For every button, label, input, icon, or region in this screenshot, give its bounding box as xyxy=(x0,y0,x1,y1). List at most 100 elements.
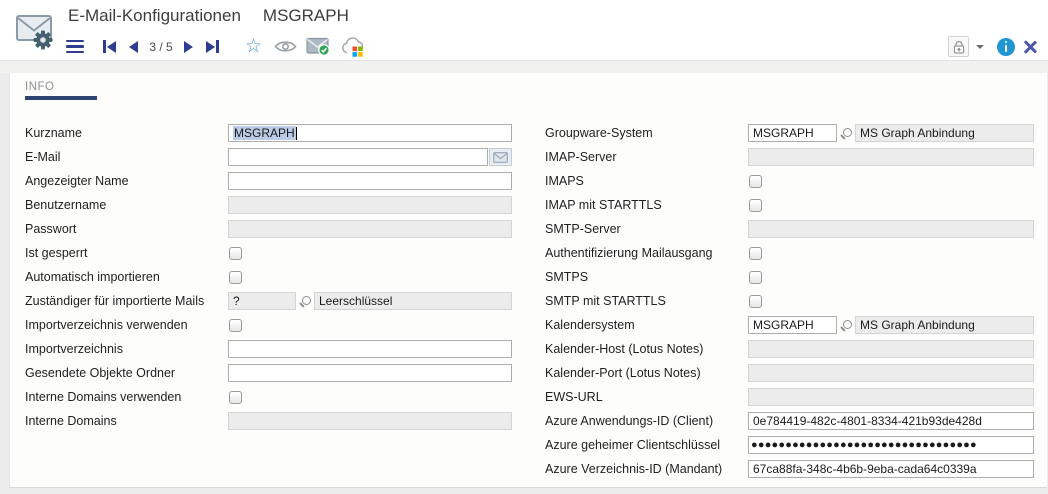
favorite-star-icon[interactable]: ☆ xyxy=(243,35,264,58)
field-label: Interne Domains xyxy=(25,414,228,428)
form-row: Passwort xyxy=(25,217,512,241)
kurzname-input[interactable]: MSGRAPH xyxy=(228,124,512,142)
ist-gesperrt-checkbox[interactable] xyxy=(229,247,242,260)
magnifier-icon xyxy=(840,319,852,331)
email-check-icon[interactable] xyxy=(306,35,331,58)
groupware-name-input: MS Graph Anbindung xyxy=(855,124,1034,142)
kalender-lookup-button[interactable] xyxy=(837,319,855,331)
smtps-checkbox[interactable] xyxy=(749,271,762,284)
groupware-system-key-input[interactable]: MSGRAPH xyxy=(748,124,837,142)
imap-starttls-checkbox[interactable] xyxy=(749,199,762,212)
form-column-left: Kurzname MSGRAPH E-Mail Angezeigter Name… xyxy=(25,121,512,433)
azure-client-secret-input[interactable] xyxy=(748,436,1034,454)
azure-client-id-input[interactable] xyxy=(748,412,1034,430)
field-label: Azure Anwendungs-ID (Client) xyxy=(545,414,748,428)
field-label: Groupware-System xyxy=(545,126,748,140)
field-label: Passwort xyxy=(25,222,228,236)
form-row: Groupware-System MSGRAPH MS Graph Anbind… xyxy=(545,121,1034,145)
email-configuration-app-icon xyxy=(11,7,57,53)
field-label: Kurzname xyxy=(25,126,228,140)
field-label: E-Mail xyxy=(25,150,228,164)
page-title-text: E-Mail-Konfigurationen xyxy=(68,6,241,25)
toolbar-right xyxy=(948,35,1039,58)
field-label: Kalender-Port (Lotus Notes) xyxy=(545,366,748,380)
field-label: Benutzername xyxy=(25,198,228,212)
benutzername-input xyxy=(228,196,512,214)
gesendete-objekte-ordner-input[interactable] xyxy=(228,364,512,382)
field-label: Kalender-Host (Lotus Notes) xyxy=(545,342,748,356)
field-label: Importverzeichnis xyxy=(25,342,228,356)
azure-tenant-id-input[interactable] xyxy=(748,460,1034,478)
groupware-lookup-button[interactable] xyxy=(837,127,855,139)
field-label: Interne Domains verwenden xyxy=(25,390,228,404)
authentifizierung-mailausgang-checkbox[interactable] xyxy=(749,247,762,260)
tab-info[interactable]: INFO xyxy=(25,81,54,93)
importverzeichnis-input[interactable] xyxy=(228,340,512,358)
imaps-checkbox[interactable] xyxy=(749,175,762,188)
form-row: Benutzername xyxy=(25,193,512,217)
field-label: Zuständiger für importierte Mails xyxy=(25,294,228,308)
form-row: Authentifizierung Mailausgang xyxy=(545,241,1034,265)
smtp-starttls-checkbox[interactable] xyxy=(749,295,762,308)
form-row: Interne Domains xyxy=(25,409,512,433)
field-label: IMAPS xyxy=(545,174,748,188)
form-row: Azure Verzeichnis-ID (Mandant) xyxy=(545,457,1034,481)
form-row: Gesendete Objekte Ordner xyxy=(25,361,512,385)
form-row: IMAP mit STARTTLS xyxy=(545,193,1034,217)
interne-domains-input xyxy=(228,412,512,430)
first-record-icon[interactable] xyxy=(102,35,117,58)
email-input[interactable] xyxy=(228,148,488,166)
field-label: IMAP mit STARTTLS xyxy=(545,198,748,212)
form-row: SMTPS xyxy=(545,265,1034,289)
dropdown-caret-icon[interactable] xyxy=(976,45,984,49)
form-row: IMAPS xyxy=(545,169,1034,193)
form-row: E-Mail xyxy=(25,145,512,169)
field-label: SMTP mit STARTTLS xyxy=(545,294,748,308)
page-title: E-Mail-Konfigurationen MSGRAPH xyxy=(68,6,349,26)
field-label: Azure Verzeichnis-ID (Mandant) xyxy=(545,462,748,476)
field-label: Authentifizierung Mailausgang xyxy=(545,246,748,260)
interne-domains-verwenden-checkbox[interactable] xyxy=(229,391,242,404)
last-record-icon[interactable] xyxy=(205,35,220,58)
header-separator-band xyxy=(0,61,1048,73)
tab-info-underline xyxy=(25,96,97,100)
angezeigter-name-input[interactable] xyxy=(228,172,512,190)
ews-url-input xyxy=(748,388,1034,406)
form-row: Zuständiger für importierte Mails ? Leer… xyxy=(25,289,512,313)
lock-icon[interactable] xyxy=(948,36,969,57)
field-label: SMTPS xyxy=(545,270,748,284)
form-row: Ist gesperrt xyxy=(25,241,512,265)
info-icon[interactable] xyxy=(997,38,1015,56)
form-row: Kalender-Port (Lotus Notes) xyxy=(545,361,1034,385)
field-label: IMAP-Server xyxy=(545,150,748,164)
toolbar: 3 / 5 ☆ xyxy=(66,35,366,58)
zustaendiger-lookup-button[interactable] xyxy=(296,295,314,307)
cloud-microsoft-icon[interactable] xyxy=(340,35,366,58)
menu-icon[interactable] xyxy=(66,35,84,58)
magnifier-icon xyxy=(299,295,311,307)
envelope-icon xyxy=(493,152,508,163)
email-picker-button[interactable] xyxy=(489,148,512,166)
form-column-right: Groupware-System MSGRAPH MS Graph Anbind… xyxy=(545,121,1034,481)
form-row: SMTP-Server xyxy=(545,217,1034,241)
kalendersystem-key-input[interactable]: MSGRAPH xyxy=(748,316,837,334)
watch-eye-icon[interactable] xyxy=(274,35,297,58)
field-label: Ist gesperrt xyxy=(25,246,228,260)
form-row: Kalendersystem MSGRAPH MS Graph Anbindun… xyxy=(545,313,1034,337)
window-header: E-Mail-Konfigurationen MSGRAPH 3 / 5 ☆ xyxy=(0,0,1048,61)
automatisch-importieren-checkbox[interactable] xyxy=(229,271,242,284)
importverzeichnis-verwenden-checkbox[interactable] xyxy=(229,319,242,332)
form-row: Kurzname MSGRAPH xyxy=(25,121,512,145)
field-label: Importverzeichnis verwenden xyxy=(25,318,228,332)
kalender-port-input xyxy=(748,364,1034,382)
record-name: MSGRAPH xyxy=(263,6,349,25)
form-row: Importverzeichnis verwenden xyxy=(25,313,512,337)
previous-record-icon[interactable] xyxy=(128,35,139,58)
close-icon[interactable] xyxy=(1022,38,1039,55)
field-label: EWS-URL xyxy=(545,390,748,404)
form-row: EWS-URL xyxy=(545,385,1034,409)
form-row: IMAP-Server xyxy=(545,145,1034,169)
field-label: Gesendete Objekte Ordner xyxy=(25,366,228,380)
zustaendiger-key-input: ? xyxy=(228,292,296,310)
next-record-icon[interactable] xyxy=(183,35,194,58)
